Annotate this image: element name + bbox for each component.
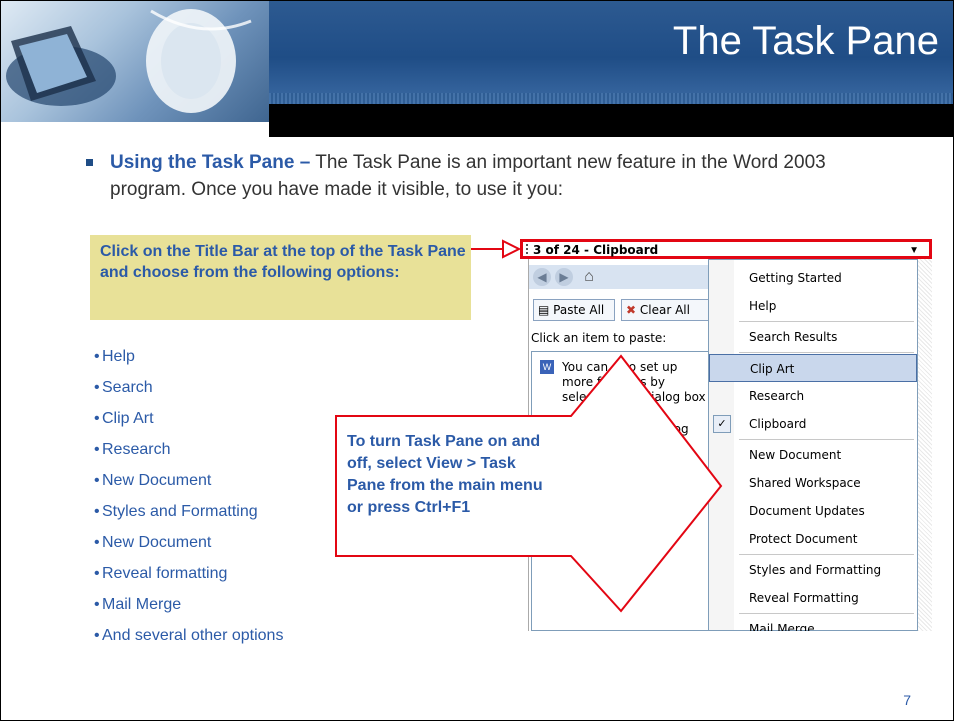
menu-item[interactable]: Getting Started [709, 264, 917, 292]
task-pane-title-bar[interactable]: 3 of 24 - Clipboard ▼ [520, 239, 932, 259]
option-label: Research [102, 441, 171, 458]
menu-item[interactable]: Research [709, 382, 917, 410]
menu-item-label: Search Results [749, 330, 838, 344]
menu-item[interactable]: Document Updates [709, 497, 917, 525]
instruction-callout: Click on the Title Bar at the top of the… [90, 235, 471, 320]
title-bar-arrow-head [502, 239, 522, 259]
menu-item[interactable]: ✓ Clipboard [709, 410, 917, 438]
bullet-icon: • [94, 348, 100, 365]
slide-title: The Task Pane [672, 19, 939, 63]
menu-item-label: Getting Started [749, 271, 842, 285]
title-underbar [269, 104, 953, 137]
bullet-icon: • [94, 410, 100, 427]
option-item: • Styles and Formatting [94, 502, 283, 533]
clear-all-button[interactable]: ✖ Clear All [621, 299, 709, 321]
menu-item[interactable]: Protect Document [709, 525, 917, 553]
bullet-icon: • [94, 596, 100, 613]
menu-item[interactable]: Mail Merge [709, 615, 917, 631]
scrollbar[interactable] [918, 259, 932, 631]
paste-all-label: Paste All [553, 303, 605, 317]
menu-item-label: Clipboard [749, 417, 807, 431]
slide: The Task Pane Using the Task Pane – The … [0, 0, 954, 721]
option-item: • Mail Merge [94, 595, 283, 626]
bullet-icon: • [94, 472, 100, 489]
menu-separator [739, 439, 914, 440]
clipboard-items-box: W You can also set up more features by s… [531, 351, 717, 631]
menu-item-label: Protect Document [749, 532, 858, 546]
menu-item-label: Mail Merge [749, 622, 815, 631]
bullet-icon: • [94, 441, 100, 458]
menu-separator [739, 554, 914, 555]
back-icon[interactable]: ◀ [533, 268, 551, 286]
task-pane-screenshot: 3 of 24 - Clipboard ▼ ◀ ▶ ⌂ ▤ Paste All … [520, 239, 932, 631]
option-label: Help [102, 348, 135, 365]
menu-item[interactable]: Styles and Formatting [709, 556, 917, 584]
turn-on-off-callout: To turn Task Pane on and off, select Vie… [347, 433, 543, 516]
option-item: • Help [94, 347, 283, 378]
menu-item[interactable]: Reveal Formatting [709, 584, 917, 612]
menu-separator [739, 352, 914, 353]
task-pane-title: 3 of 24 - Clipboard [533, 243, 659, 257]
home-icon[interactable]: ⌂ [579, 267, 599, 287]
task-pane-body: ◀ ▶ ⌂ ▤ Paste All ✖ Clear All Click an i… [528, 259, 723, 631]
menu-item-label: Clip Art [750, 362, 795, 376]
option-item: • New Document [94, 471, 283, 502]
word-document-icon: W [540, 360, 554, 374]
menu-separator [739, 321, 914, 322]
option-label: Search [102, 379, 153, 396]
paste-hint: Click an item to paste: [531, 331, 667, 345]
bullet-icon: • [94, 565, 100, 582]
option-label: And several other options [102, 627, 284, 644]
paste-icon: ▤ [538, 303, 554, 317]
grip-icon [526, 244, 530, 254]
checkmark-icon: ✓ [713, 415, 731, 433]
options-list: • Help • Search • Clip Art • Research • New Docum… [94, 347, 283, 657]
menu-item-label: Document Updates [749, 504, 865, 518]
forward-icon[interactable]: ▶ [555, 268, 573, 286]
menu-item[interactable]: Shared Workspace [709, 469, 917, 497]
clipboard-item-fragment: dialog [652, 422, 689, 436]
header-photo [1, 1, 269, 122]
paste-all-button[interactable]: ▤ Paste All [533, 299, 615, 321]
intro-paragraph: Using the Task Pane – The Task Pane is a… [110, 149, 870, 203]
option-item: • Research [94, 440, 283, 471]
bullet-icon: • [94, 503, 100, 520]
clear-all-label: Clear All [639, 303, 690, 317]
menu-separator [739, 613, 914, 614]
option-label: Clip Art [102, 410, 154, 427]
option-item: • Search [94, 378, 283, 409]
option-item: • Clip Art [94, 409, 283, 440]
menu-item[interactable]: Clip Art [709, 354, 917, 382]
option-item: • And several other options [94, 626, 283, 657]
menu-item-label: Reveal Formatting [749, 591, 859, 605]
menu-item[interactable]: New Document [709, 441, 917, 469]
clipboard-item[interactable]: You can also set up more features by sel… [562, 360, 712, 405]
menu-item-label: Research [749, 389, 805, 403]
bullet-icon: • [94, 379, 100, 396]
menu-item[interactable]: Search Results [709, 323, 917, 351]
menu-item-label: Styles and Formatting [749, 563, 882, 577]
option-label: Styles and Formatting [102, 503, 258, 520]
option-item: • New Document [94, 533, 283, 564]
option-label: Mail Merge [102, 596, 182, 613]
dropdown-arrow-icon[interactable]: ▼ [909, 245, 919, 256]
option-label: New Document [102, 534, 212, 551]
option-item: • Reveal formatting [94, 564, 283, 595]
intro-lead: Using the Task Pane – [110, 152, 311, 173]
clear-icon: ✖ [626, 303, 640, 317]
bullet-icon: • [94, 627, 100, 644]
bullet-square-icon [86, 159, 93, 166]
task-pane-menu: Getting Started Help Search Results Clip Ar… [708, 259, 918, 631]
menu-item[interactable]: Help [709, 292, 917, 320]
menu-item-label: Help [749, 299, 777, 313]
task-pane-nav-bar: ◀ ▶ ⌂ [529, 265, 717, 289]
laptop-mouse-image [6, 9, 252, 113]
option-label: New Document [102, 472, 212, 489]
menu-item-label: Shared Workspace [749, 476, 861, 490]
menu-item-label: New Document [749, 448, 842, 462]
page-number: 7 [903, 692, 911, 708]
option-label: Reveal formatting [102, 565, 228, 582]
bullet-icon: • [94, 534, 100, 551]
